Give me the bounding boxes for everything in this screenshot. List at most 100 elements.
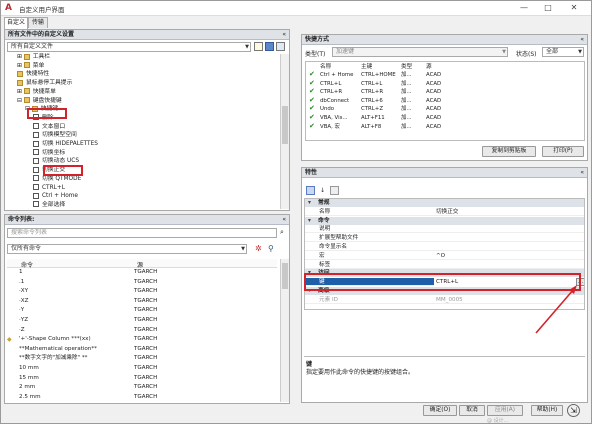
command-row[interactable]: **Mathematical operation** TGARCH — [7, 345, 275, 355]
shortcut-row[interactable]: ✔ VBA, 宏 ALT+F8 加... ACAD — [306, 122, 584, 131]
shortcut-row[interactable]: ✔ CTRL+R CTRL+R 加... ACAD — [306, 87, 584, 96]
chevron-down-icon: ▼ — [578, 49, 582, 55]
tree-item[interactable]: ⊞ 菜单 — [17, 62, 44, 71]
tree-item[interactable]: 快捷特性 — [17, 70, 49, 79]
collapse-icon[interactable]: « — [580, 168, 584, 178]
property-row[interactable]: 扩展型帮助文件 — [305, 234, 584, 243]
property-row[interactable]: 命令显示名 — [305, 243, 584, 251]
command-row[interactable]: .1 TGARCH — [7, 278, 275, 288]
minimize-button[interactable]: — — [513, 2, 535, 14]
shortcut-cell: 加... — [401, 106, 412, 113]
command-row[interactable]: 15 mm TGARCH — [7, 374, 275, 384]
tree-item[interactable]: 切换模型空间 — [33, 131, 77, 140]
apply-button[interactable]: 应用(A) — [487, 405, 523, 416]
property-pages-icon[interactable] — [330, 186, 339, 195]
command-row[interactable]: 1 TGARCH — [7, 268, 275, 278]
shortcut-cell: 加... — [401, 123, 412, 130]
tree-item[interactable]: 文本窗口 — [33, 123, 65, 132]
collapse-section-icon[interactable]: ▾ — [308, 217, 311, 225]
expand-toggle-icon[interactable]: ⊞ — [17, 89, 24, 95]
command-row[interactable]: ·Z TGARCH — [7, 326, 275, 336]
command-row[interactable]: ·XY TGARCH — [7, 287, 275, 297]
shortcut-cell: CTRL+Z — [361, 106, 384, 113]
command-row[interactable]: ·YZ TGARCH — [7, 316, 275, 326]
type-select[interactable]: 加速键 ▼ — [332, 47, 508, 57]
command-icon: ◆ — [7, 336, 12, 344]
tree-item[interactable]: 鼠标悬停工具提示 — [17, 79, 72, 88]
cancel-button[interactable]: 取消 — [459, 405, 485, 416]
tree-item[interactable]: 切换 QTMODE — [33, 175, 81, 184]
command-list-scrollbar[interactable] — [280, 259, 289, 402]
ok-button[interactable]: 确定(O) — [423, 405, 457, 416]
tree-item[interactable]: ⊞ 工具栏 — [17, 53, 50, 62]
open-file-icon[interactable] — [254, 42, 263, 51]
categorized-icon[interactable] — [306, 186, 315, 195]
property-row[interactable]: 名称 切换正交 — [305, 208, 584, 216]
expand-dialog-icon[interactable]: ⇲ — [567, 404, 580, 417]
tab-customize[interactable]: 自定义 — [4, 17, 28, 29]
command-list-scrollbar-thumb[interactable] — [282, 263, 288, 289]
expand-toggle-icon[interactable]: ⊞ — [17, 54, 24, 60]
highlight-toggle-ortho — [43, 165, 83, 176]
command-name: ·XY — [19, 288, 29, 295]
collapse-icon[interactable]: « — [282, 30, 286, 40]
property-row[interactable]: 说明 — [305, 225, 584, 234]
copy-to-clipboard-button[interactable]: 复制到剪贴板 — [482, 146, 536, 157]
property-section[interactable]: ▾ 常规 — [305, 199, 584, 207]
command-row[interactable]: ◆ '+'-Shape Column ***(xx) TGARCH — [7, 335, 275, 345]
property-row[interactable]: 标签 — [305, 261, 584, 269]
collapse-section-icon[interactable]: ▾ — [308, 199, 311, 207]
print-button[interactable]: 打印(P) — [542, 146, 584, 157]
help-button[interactable]: 帮助(H) — [531, 405, 563, 416]
tree-item[interactable]: CTRL+L — [33, 184, 65, 193]
expand-toggle-icon[interactable]: ⊞ — [17, 63, 24, 69]
command-row[interactable]: 2 mm TGARCH — [7, 383, 275, 393]
close-button[interactable]: ✕ — [563, 2, 585, 14]
command-row[interactable]: **数字文字的"加减乘除" ** TGARCH — [7, 354, 275, 364]
shortcut-row[interactable]: ✔ CTRL+L CTRL+L 加... ACAD — [306, 79, 584, 88]
tab-transfer[interactable]: 传输 — [28, 17, 48, 28]
shortcut-row[interactable]: ✔ Undo CTRL+Z 加... ACAD — [306, 104, 584, 113]
shortcut-row[interactable]: ✔ Ctrl + Home CTRL+HOME 加... ACAD — [306, 70, 584, 79]
tree-item[interactable]: 全部选择 — [33, 201, 65, 209]
shortcut-cell: CTRL+HOME — [361, 72, 396, 78]
status-select[interactable]: 全部 ▼ — [542, 47, 584, 57]
command-row[interactable]: ·Y TGARCH — [7, 306, 275, 316]
tree-item[interactable]: ⊞ 快捷菜单 — [17, 88, 56, 97]
shortcut-column-header[interactable]: 名称 — [320, 62, 331, 70]
collapse-icon[interactable]: « — [282, 215, 286, 225]
collapse-icon[interactable]: « — [580, 35, 584, 45]
command-filter-select[interactable]: 仅所有命令 ▼ — [7, 244, 247, 254]
shortcut-column-header[interactable]: 源 — [426, 62, 432, 70]
command-search-input[interactable]: 搜索命令列表 — [7, 228, 277, 238]
sort-alpha-icon[interactable]: ↓ — [318, 186, 327, 195]
customization-tree: ⊞ 工具栏 ⊞ 菜单 快捷特性 鼠标悬停工具提示 ⊞ 快捷菜单 ⊟ 键盘快捷键 ⊟ 快捷键删… — [7, 53, 273, 209]
property-section[interactable]: ▾ 命令 — [305, 216, 584, 225]
shortcut-row[interactable]: ✔ dbConnect CTRL+6 加... ACAD — [306, 96, 584, 105]
maximize-button[interactable]: □ — [537, 2, 559, 14]
tree-item[interactable]: Ctrl + Home — [33, 192, 78, 201]
load-partial-icon[interactable] — [276, 42, 285, 51]
command-row[interactable]: 10 mm TGARCH — [7, 364, 275, 374]
command-row[interactable]: ·XZ TGARCH — [7, 297, 275, 307]
tree-item[interactable]: 切换 HIDEPALETTES — [33, 140, 98, 149]
tree-item[interactable]: ⊟ 键盘快捷键 — [17, 97, 62, 106]
expand-toggle-icon[interactable]: ⊟ — [17, 98, 24, 104]
tree-item-label: 键盘快捷键 — [32, 97, 62, 104]
tree-scrollbar-thumb[interactable] — [282, 106, 288, 144]
tree-item-label: 全部选择 — [42, 201, 66, 208]
shortcut-column-header[interactable]: 类型 — [401, 62, 412, 70]
tree-item[interactable]: 切换坐标 — [33, 149, 65, 158]
tree-scrollbar[interactable] — [280, 54, 289, 209]
property-row[interactable]: 宏 ^O — [305, 252, 584, 260]
shortcut-column-header[interactable]: 主键 — [361, 62, 372, 70]
find-replace-icon[interactable]: ⚲ — [268, 244, 278, 254]
command-row[interactable]: 2.5 mm TGARCH — [7, 393, 275, 401]
new-command-icon[interactable]: ✲ — [255, 244, 265, 254]
chevron-down-icon: ▼ — [245, 44, 249, 50]
customization-file-select[interactable]: 所有自定义文件 ▼ — [7, 42, 251, 52]
search-icon[interactable]: ⌕ — [280, 228, 288, 237]
command-name: ·YZ — [19, 317, 29, 323]
shortcut-row[interactable]: ✔ VBA, Vis... ALT+F11 加... ACAD — [306, 113, 584, 122]
save-icon[interactable] — [265, 42, 274, 51]
